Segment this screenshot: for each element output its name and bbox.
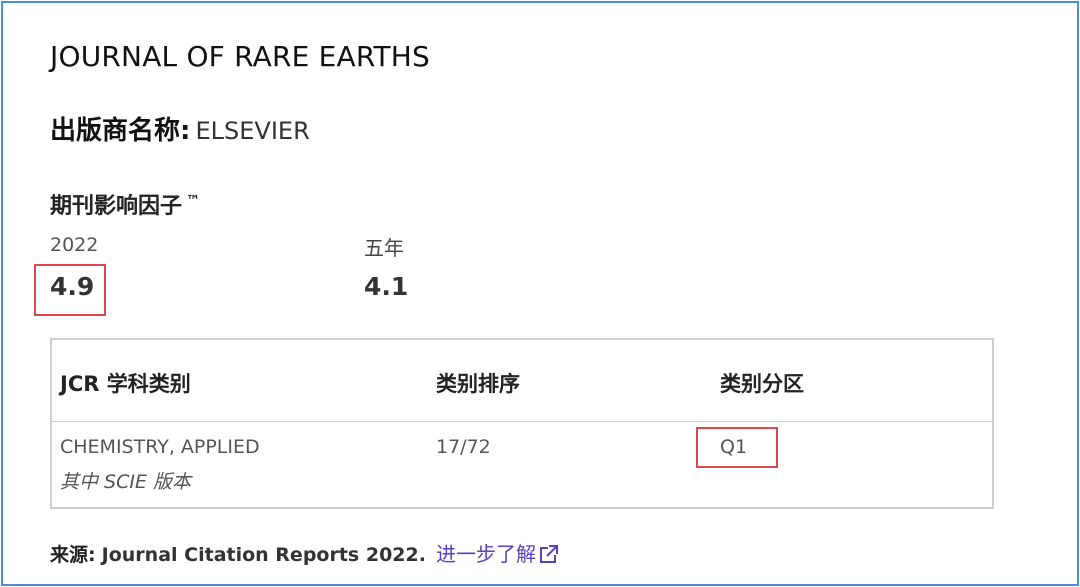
trademark-mark: ™ xyxy=(186,192,201,209)
header-rank: 类别排序 xyxy=(436,372,520,396)
five-year-value: 4.1 xyxy=(364,272,409,301)
impact-factor-highlight-box xyxy=(34,264,106,316)
header-category: JCR 学科类别 xyxy=(60,372,191,396)
row-edition: 其中 SCIE 版本 xyxy=(60,471,192,493)
external-link-icon xyxy=(539,544,559,569)
five-year-label: 五年 xyxy=(364,236,404,260)
publisher-label: 出版商名称: xyxy=(50,116,191,146)
journal-title: JOURNAL OF RARE EARTHS xyxy=(50,40,431,73)
source-text: Journal Citation Reports 2022. xyxy=(101,544,426,566)
jcr-table: JCR 学科类别 类别排序 类别分区 CHEMISTRY, APPLIED 其中… xyxy=(50,338,994,509)
quartile-highlight-box xyxy=(696,427,778,468)
impact-factor-year-label: 2022 xyxy=(50,234,99,256)
header-quartile: 类别分区 xyxy=(720,372,804,396)
source-label: 来源: xyxy=(50,544,96,566)
table-divider xyxy=(52,421,992,422)
impact-factor-heading-text: 期刊影响因子 xyxy=(50,194,183,219)
source-line: 来源: Journal Citation Reports 2022. 进一步了解 xyxy=(50,538,559,569)
learn-more-text: 进一步了解 xyxy=(436,542,536,566)
row-rank: 17/72 xyxy=(436,436,491,458)
learn-more-link[interactable]: 进一步了解 xyxy=(436,542,559,566)
row-category: CHEMISTRY, APPLIED xyxy=(60,436,260,458)
publisher-value: ELSEVIER xyxy=(195,117,310,145)
impact-factor-heading: 期刊影响因子 ™ xyxy=(50,188,200,220)
publisher-line: 出版商名称: ELSEVIER xyxy=(50,110,310,147)
